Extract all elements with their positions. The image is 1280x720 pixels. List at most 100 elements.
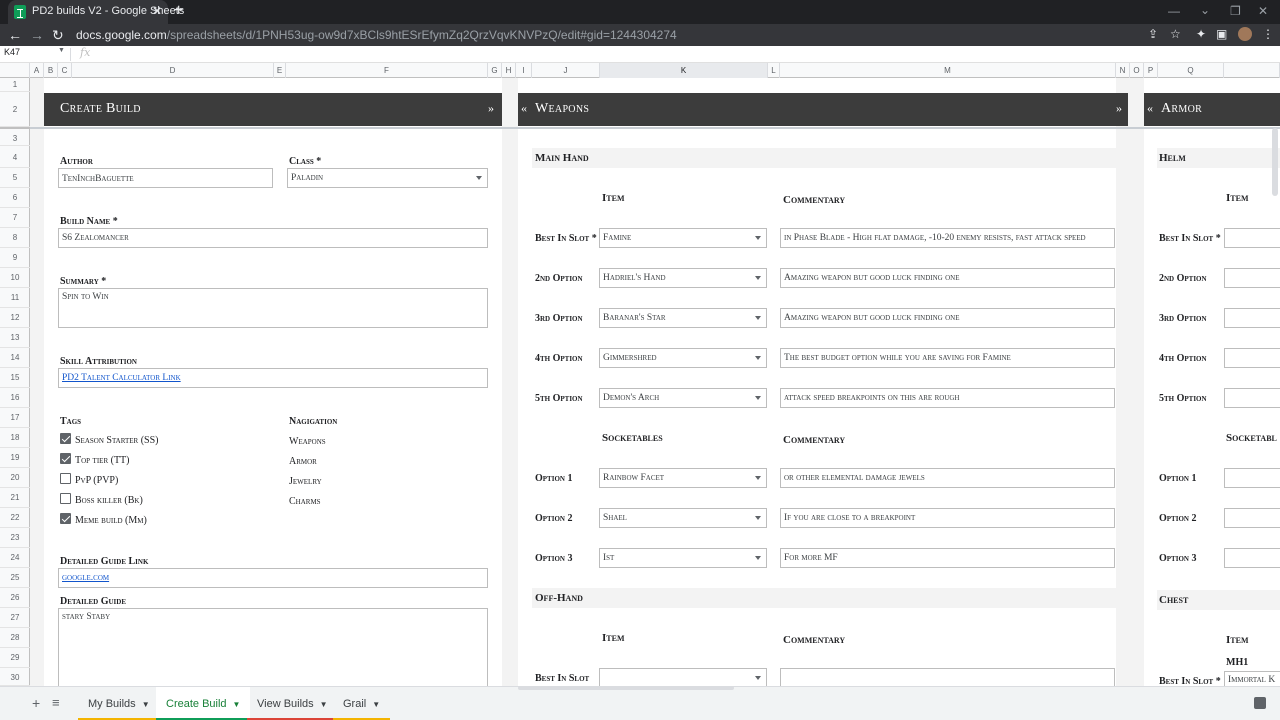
row-header[interactable]: 15 [0,368,30,388]
next-section-icon[interactable]: » [1116,101,1122,116]
item-select[interactable] [1224,348,1280,368]
column-header[interactable]: Q [1158,63,1224,78]
socket-select[interactable]: Ist [599,548,767,568]
row-header[interactable]: 7 [0,208,30,228]
column-header[interactable]: B [44,63,58,78]
row-header[interactable]: 11 [0,288,30,308]
vertical-scrollbar[interactable] [1272,128,1278,196]
row-header[interactable]: 26 [0,588,30,608]
item-select[interactable]: Demon's Arch [599,388,767,408]
tag-checkbox[interactable] [60,493,71,504]
summary-field[interactable]: Spin to Win [58,288,488,328]
socket-select[interactable] [1224,508,1280,528]
commentary-field[interactable]: For more MF [780,548,1115,568]
item-select[interactable] [1224,268,1280,288]
row-header[interactable]: 22 [0,508,30,528]
detailed-guide-field[interactable]: stary Staby [58,608,488,686]
row-header[interactable]: 29 [0,648,30,668]
column-header[interactable]: P [1144,63,1158,78]
class-select[interactable]: Paladin [287,168,488,188]
row-header[interactable]: 21 [0,488,30,508]
profile-avatar[interactable] [1238,27,1252,41]
forward-icon[interactable]: → [30,26,44,44]
browser-tab[interactable]: PD2 builds V2 - Google Sheets ✕ [8,0,184,24]
row-header[interactable]: 6 [0,188,30,208]
nav-link-armor[interactable]: Armor [289,456,317,467]
row-header[interactable]: 19 [0,448,30,468]
tag-checkbox[interactable] [60,473,71,484]
commentary-field[interactable]: attack speed breakpoints on this are rou… [780,388,1115,408]
commentary-field[interactable]: Amazing weapon but good luck finding one [780,308,1115,328]
restore-icon[interactable]: ❐ [1230,4,1241,18]
talent-calculator-link[interactable]: PD2 Talent Calculator Link [62,373,181,383]
select-all-corner[interactable] [0,63,30,78]
column-header[interactable]: N [1116,63,1130,78]
prev-section-icon[interactable]: « [521,101,527,116]
commentary-field[interactable]: or other elemental damage jewels [780,468,1115,488]
row-header[interactable]: 9 [0,248,30,268]
item-select[interactable]: Immortal K [1224,671,1280,686]
column-header[interactable]: O [1130,63,1144,78]
row-header[interactable]: 23 [0,528,30,548]
new-tab-icon[interactable]: + [174,2,183,20]
column-header[interactable]: A [30,63,44,78]
minimize-icon[interactable]: — [1168,4,1180,18]
column-header[interactable]: G [488,63,502,78]
row-header[interactable]: 16 [0,388,30,408]
item-select[interactable]: Gimmershred [599,348,767,368]
next-section-icon[interactable]: » [488,101,494,116]
column-header[interactable] [1224,63,1280,78]
row-header[interactable]: 1 [0,78,30,92]
sheet-grid[interactable]: Create Build » Author Class * TenInchBag… [30,78,1280,686]
item-select[interactable]: Famine [599,228,767,248]
row-header[interactable]: 28 [0,628,30,648]
row-header[interactable]: 4 [0,148,30,168]
row-header[interactable]: 25 [0,568,30,588]
skill-attribution-field[interactable]: PD2 Talent Calculator Link [58,368,488,388]
tag-checkbox[interactable] [60,453,71,464]
share-icon[interactable]: ⇪ [1148,27,1158,41]
menu-kebab-icon[interactable]: ⋮ [1262,27,1274,41]
row-header[interactable]: 30 [0,668,30,686]
row-header[interactable]: 27 [0,608,30,628]
tag-checkbox[interactable] [60,433,71,444]
sheet-tab[interactable]: View Builds ▼ [247,687,338,720]
row-header[interactable]: 12 [0,308,30,328]
column-header[interactable]: H [502,63,516,78]
sheet-tab[interactable]: Grail ▼ [333,687,391,720]
guide-link[interactable]: google.com [62,573,109,583]
row-header[interactable]: 10 [0,268,30,288]
item-select[interactable] [1224,388,1280,408]
build-name-field[interactable]: S6 Zealomancer [58,228,488,248]
all-sheets-menu-icon[interactable]: ≡ [52,695,60,710]
extensions-icon[interactable]: ✦ [1196,27,1206,41]
sidepanel-icon[interactable]: ▣ [1216,27,1227,41]
item-select[interactable] [1224,228,1280,248]
name-box[interactable]: K47 [4,47,20,57]
row-header[interactable]: 24 [0,548,30,568]
author-field[interactable]: TenInchBaguette [58,168,273,188]
chevron-down-icon[interactable]: ⌄ [1200,3,1210,17]
row-header[interactable]: 8 [0,228,30,248]
column-header[interactable]: D [72,63,274,78]
bookmark-star-icon[interactable]: ☆ [1170,27,1181,41]
horizontal-scrollbar[interactable] [518,686,734,690]
reload-icon[interactable]: ↻ [52,26,64,44]
row-header[interactable]: 13 [0,328,30,348]
guide-link-field[interactable]: google.com [58,568,488,588]
row-header[interactable]: 14 [0,348,30,368]
row-header[interactable]: 17 [0,408,30,428]
item-select[interactable] [599,668,767,686]
close-tab-icon[interactable]: ✕ [152,4,162,18]
column-header[interactable]: C [58,63,72,78]
commentary-field[interactable]: The best budget option while you are sav… [780,348,1115,368]
row-header[interactable]: 5 [0,168,30,188]
explore-icon[interactable] [1254,697,1266,709]
column-header-selected[interactable]: K [600,63,768,78]
column-header[interactable]: I [516,63,532,78]
nav-link-charms[interactable]: Charms [289,496,321,507]
commentary-field[interactable]: If you are close to a breakpoint [780,508,1115,528]
url-field[interactable]: docs.google.com/spreadsheets/d/1PNH53ug-… [76,27,677,43]
row-header[interactable]: 20 [0,468,30,488]
socket-select[interactable]: Shael [599,508,767,528]
